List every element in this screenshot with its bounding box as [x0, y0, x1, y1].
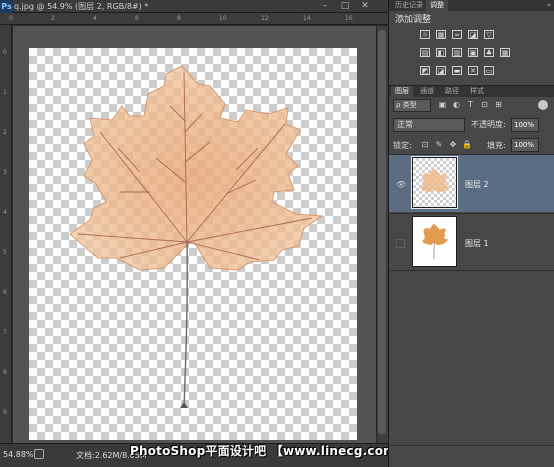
leaf-thumbnail-image — [420, 168, 450, 193]
gradient-map-icon[interactable]: ▭ — [484, 66, 494, 75]
visibility-eye-icon[interactable]: 👁 — [396, 180, 406, 189]
ruler-tick: 8 — [177, 15, 181, 22]
opacity-label: 不透明度: — [471, 120, 506, 129]
tab-adjustments[interactable]: 调整 — [426, 0, 448, 11]
ruler-tick: 6 — [3, 289, 7, 296]
color-balance-icon[interactable]: ◧ — [436, 48, 446, 57]
adjustment-layer-filter-icon[interactable]: ◐ — [452, 100, 461, 110]
ruler-tick: 16 — [345, 15, 353, 22]
stem-tip — [180, 402, 188, 408]
ruler-tick: 7 — [3, 329, 7, 336]
ruler-tick: 9 — [3, 409, 7, 416]
ruler-tick: 0 — [9, 15, 13, 22]
black-white-icon[interactable]: ▥ — [452, 48, 462, 57]
smart-object-filter-icon[interactable]: ⊞ — [494, 100, 503, 110]
lock-label: 锁定: — [393, 141, 412, 150]
curves-icon[interactable]: ≈ — [452, 30, 462, 39]
layers-panel-footer — [389, 445, 554, 467]
status-menu-icon[interactable] — [34, 449, 44, 459]
shape-layer-filter-icon[interactable]: ⊡ — [480, 100, 489, 110]
posterize-icon[interactable]: ◪ — [436, 66, 446, 75]
pixel-layer-filter-icon[interactable]: ▣ — [438, 100, 447, 110]
visibility-toggle-empty[interactable] — [396, 239, 405, 248]
lock-transparent-icon[interactable]: ⊡ — [420, 139, 430, 150]
threshold-icon[interactable]: ▬ — [452, 66, 462, 75]
invert-icon[interactable]: ◩ — [420, 66, 430, 75]
selective-color-icon[interactable]: ✕ — [468, 66, 478, 75]
opacity-field[interactable]: 100% — [511, 118, 539, 132]
ruler-tick: 5 — [3, 249, 7, 256]
tab-paths[interactable]: 路径 — [441, 86, 463, 97]
scrollbar-thumb[interactable] — [378, 30, 386, 434]
ruler-tick: 3 — [3, 169, 7, 176]
ruler-tick: 1 — [3, 89, 7, 96]
collapse-panel-icon[interactable]: » — [544, 0, 554, 11]
ruler-tick: 0 — [3, 49, 7, 56]
fill-field[interactable]: 100% — [511, 138, 539, 152]
color-lookup-icon[interactable]: ▦ — [500, 48, 510, 57]
tab-channels[interactable]: 通道 — [416, 86, 438, 97]
photoshop-logo-icon: Ps — [0, 0, 13, 13]
ruler-tick: 8 — [3, 369, 7, 376]
ruler-tick: 4 — [3, 209, 7, 216]
tab-layers[interactable]: 图层 — [391, 86, 413, 97]
minimize-icon[interactable]: – — [316, 0, 334, 13]
adjustments-title: 添加调整 — [395, 15, 432, 25]
zoom-level[interactable]: 54.88% — [3, 450, 34, 459]
photo-filter-icon[interactable]: ▣ — [468, 48, 478, 57]
channel-mixer-icon[interactable]: ♣ — [484, 48, 494, 57]
lock-all-icon[interactable]: 🔒 — [462, 139, 472, 150]
exposure-icon[interactable]: ◪ — [468, 30, 478, 39]
filter-toggle-icon[interactable] — [538, 100, 548, 110]
leaf-stem — [183, 241, 188, 409]
vibrance-icon[interactable]: ▽ — [484, 30, 494, 39]
layer-thumbnail[interactable] — [412, 216, 457, 267]
leaf-thumbnail-image — [422, 223, 449, 260]
ruler-tick: 12 — [261, 15, 269, 22]
hue-saturation-icon[interactable]: ▤ — [420, 48, 430, 57]
tab-history[interactable]: 历史记录 — [391, 0, 427, 11]
levels-icon[interactable]: ▦ — [436, 30, 446, 39]
layer-name[interactable]: 图层 1 — [465, 238, 489, 249]
blend-mode-select[interactable]: 正常 — [393, 118, 465, 132]
tab-styles[interactable]: 样式 — [466, 86, 488, 97]
maple-leaf-image — [69, 65, 324, 409]
document-tab[interactable]: q.jpg @ 54.9% (图层 2, RGB/8#) * — [14, 0, 148, 13]
lock-image-icon[interactable]: ✎ — [434, 139, 444, 150]
leaf-blade — [69, 65, 324, 271]
horizontal-ruler[interactable]: 0 2 4 6 8 10 12 14 16 — [0, 13, 388, 25]
type-layer-filter-icon[interactable]: T — [466, 100, 475, 110]
lock-position-icon[interactable]: ✥ — [448, 139, 458, 150]
close-icon[interactable]: ✕ — [356, 0, 374, 13]
vertical-ruler[interactable]: 0 1 2 3 4 5 6 7 8 9 — [0, 25, 12, 443]
ruler-tick: 2 — [3, 129, 7, 136]
layer-filter-type-select[interactable]: ρ 类型 — [393, 99, 431, 112]
restore-icon[interactable]: □ — [336, 0, 354, 13]
brightness-contrast-icon[interactable]: ☼ — [420, 30, 430, 39]
fill-label: 填充: — [487, 141, 506, 150]
ruler-tick: 6 — [135, 15, 139, 22]
ruler-tick: 2 — [51, 15, 55, 22]
layer-name[interactable]: 图层 2 — [465, 179, 489, 190]
ruler-tick: 10 — [219, 15, 227, 22]
ruler-tick: 14 — [303, 15, 311, 22]
layer-thumbnail[interactable] — [411, 156, 458, 209]
ruler-tick: 4 — [93, 15, 97, 22]
